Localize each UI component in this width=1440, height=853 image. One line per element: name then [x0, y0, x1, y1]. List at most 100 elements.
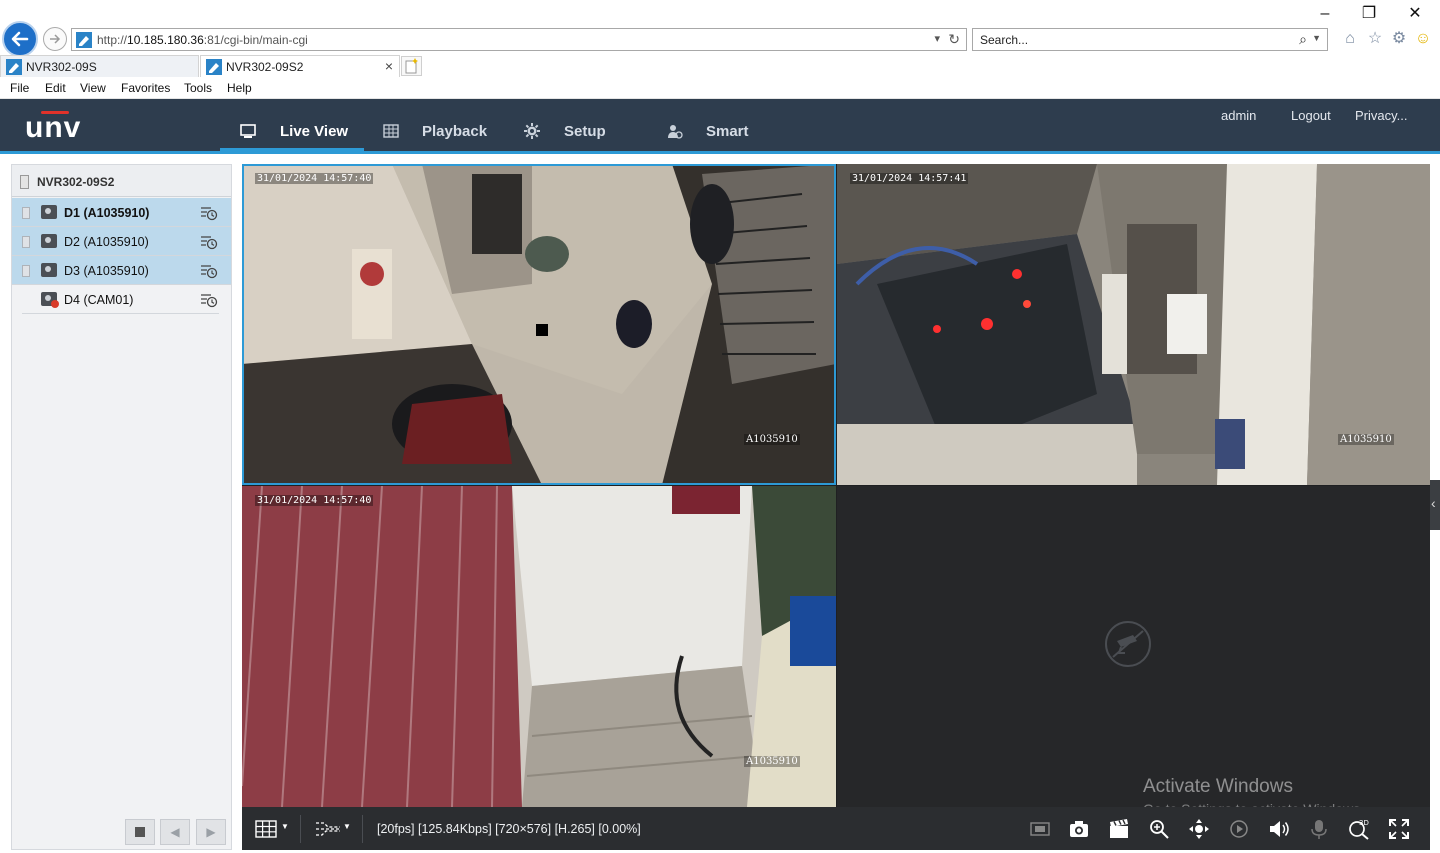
refresh-icon[interactable]: ↻	[948, 31, 960, 48]
record-schedule-icon[interactable]	[200, 292, 218, 308]
nav-playback-label: Playback	[422, 123, 488, 140]
back-button[interactable]	[2, 21, 38, 57]
no-camera-icon	[1105, 621, 1151, 667]
menu-view[interactable]: View	[80, 81, 106, 95]
video-tile-2[interactable]: 31/01/2024 14:57:41 A1035910	[837, 164, 1430, 485]
drag-handle-icon[interactable]	[22, 265, 30, 277]
panel-footer: ◀ ▶	[12, 815, 231, 849]
smart-person-icon	[668, 125, 683, 139]
video-tile-4[interactable]	[837, 486, 1430, 807]
menu-file[interactable]: File	[10, 81, 29, 95]
close-window-button[interactable]: ✕	[1400, 4, 1430, 24]
home-icon[interactable]: ⌂	[1340, 29, 1360, 49]
drag-handle-icon[interactable]	[22, 236, 30, 248]
search-input[interactable]: Search...	[980, 33, 1028, 47]
tab-favicon-icon	[6, 59, 22, 75]
ptz-control-icon[interactable]	[1188, 818, 1210, 840]
camera-label: D1 (A1035910)	[64, 206, 150, 220]
camera-row-d1[interactable]: D1 (A1035910)	[12, 198, 231, 227]
username-label: admin	[1221, 108, 1257, 123]
new-tab-button[interactable]	[401, 56, 422, 76]
smiley-feedback-icon[interactable]: ☺	[1413, 29, 1433, 49]
camera-offline-icon	[41, 292, 59, 308]
video-tile-1[interactable]: 31/01/2024 14:57:40 A1035910	[242, 164, 836, 485]
nav-playback[interactable]: Playback	[383, 99, 493, 151]
camera-icon	[41, 263, 57, 277]
playback-grid-icon	[383, 124, 399, 138]
favorites-star-icon[interactable]: ☆	[1365, 29, 1385, 49]
camera-row-d4[interactable]: D4 (CAM01)	[22, 285, 219, 314]
stream-type-icon[interactable]	[315, 818, 341, 840]
privacy-link[interactable]: Privacy...	[1355, 108, 1408, 123]
camera-row-d2[interactable]: D2 (A1035910)	[12, 227, 231, 256]
logo-text: unv	[25, 111, 82, 144]
digital-zoom-icon[interactable]	[1148, 818, 1170, 840]
display-mode-icon[interactable]	[1029, 818, 1051, 840]
nav-smart-label: Smart	[706, 123, 749, 140]
monitor-icon	[240, 124, 256, 138]
collapse-right-panel-button[interactable]	[1430, 480, 1440, 530]
forward-button[interactable]	[43, 27, 67, 51]
tab-label: NVR302-09S2	[226, 60, 304, 74]
tab-nvr302-09s2[interactable]: NVR302-09S2 ×	[200, 55, 400, 77]
audio-speaker-icon[interactable]	[1268, 818, 1290, 840]
camera-row-d3[interactable]: D3 (A1035910)	[12, 256, 231, 285]
menu-favorites[interactable]: Favorites	[121, 81, 170, 95]
menu-tools[interactable]: Tools	[184, 81, 212, 95]
search-icon[interactable]: ⌕	[1299, 31, 1307, 48]
record-schedule-icon[interactable]	[200, 263, 218, 279]
browser-toolbar: http://10.185.180.36:81/cgi-bin/main-cgi…	[0, 0, 1440, 57]
osd-timestamp: 31/01/2024 14:57:40	[255, 173, 374, 184]
live-view-toolbar: ▼ ▼ [20fps] [125.84Kbps] [720×576] [H.26…	[242, 807, 1430, 850]
drag-handle-icon[interactable]	[22, 207, 30, 219]
address-bar[interactable]: http://10.185.180.36:81/cgi-bin/main-cgi…	[71, 28, 967, 51]
split-dropdown-icon[interactable]: ▼	[281, 822, 289, 831]
nav-setup-label: Setup	[564, 123, 606, 140]
nav-smart[interactable]: Smart	[667, 99, 757, 151]
nav-live-view-label: Live View	[280, 123, 349, 140]
camera-icon	[41, 205, 57, 219]
stop-all-button[interactable]	[125, 819, 155, 845]
address-dropdown-icon[interactable]: ▾	[934, 32, 940, 45]
menu-edit[interactable]: Edit	[45, 81, 66, 95]
nav-live-view[interactable]: Live View	[240, 99, 364, 151]
two-way-audio-mic-icon[interactable]	[1308, 818, 1330, 840]
3d-positioning-icon[interactable]: 3D	[1348, 818, 1370, 840]
nav-setup[interactable]: Setup	[524, 99, 614, 151]
setup-gear-icon	[524, 123, 540, 139]
arrow-right-icon: ▶	[206, 825, 216, 839]
device-tree-root[interactable]: NVR302-09S2	[12, 165, 231, 197]
record-schedule-icon[interactable]	[200, 205, 218, 221]
fullscreen-icon[interactable]	[1388, 818, 1410, 840]
video-tile-3[interactable]: 31/01/2024 14:57:40 A1035910	[242, 486, 836, 807]
menu-bar: File Edit View Favorites Tools Help	[0, 78, 1440, 99]
osd-camera-id: A1035910	[744, 434, 800, 445]
next-group-button[interactable]: ▶	[196, 819, 226, 845]
close-tab-icon[interactable]: ×	[385, 58, 393, 74]
local-record-clapper-icon[interactable]	[1108, 818, 1130, 840]
fisheye-mode-icon[interactable]	[1228, 818, 1250, 840]
screen-split-icon[interactable]	[255, 818, 277, 840]
search-box[interactable]: Search... ⌕ ▼	[972, 28, 1328, 51]
camera-icon	[41, 234, 57, 248]
tab-nvr302-09s[interactable]: NVR302-09S	[0, 55, 199, 77]
activate-windows-title: Activate Windows	[1143, 776, 1293, 797]
stop-icon	[135, 827, 145, 837]
offline-badge-icon	[51, 300, 59, 308]
logout-link[interactable]: Logout	[1291, 108, 1331, 123]
record-schedule-icon[interactable]	[200, 234, 218, 250]
address-url: http://10.185.180.36:81/cgi-bin/main-cgi	[97, 33, 308, 47]
menu-help[interactable]: Help	[227, 81, 252, 95]
minimize-button[interactable]: –	[1310, 4, 1340, 24]
prev-group-button[interactable]: ◀	[160, 819, 190, 845]
site-favicon-icon	[76, 32, 92, 48]
arrow-left-icon: ◀	[170, 825, 180, 839]
snapshot-camera-icon[interactable]	[1068, 818, 1090, 840]
stream-dropdown-icon[interactable]: ▼	[343, 822, 351, 831]
restore-button[interactable]: ❐	[1354, 4, 1384, 24]
settings-gear-icon[interactable]: ⚙	[1389, 29, 1409, 49]
osd-camera-id: A1035910	[1338, 434, 1394, 445]
back-arrow-icon	[11, 31, 29, 47]
tab-label: NVR302-09S	[26, 60, 97, 74]
search-dropdown-icon[interactable]: ▼	[1312, 33, 1321, 43]
